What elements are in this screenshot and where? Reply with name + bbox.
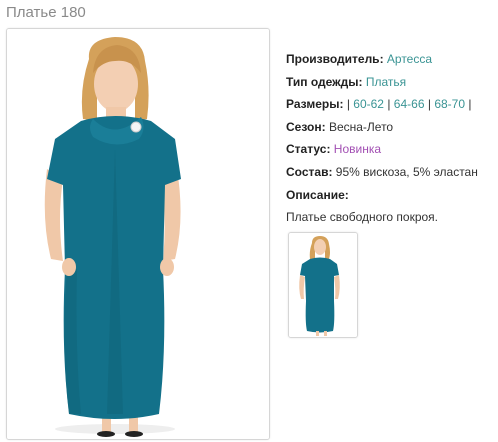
- season-label: Сезон:: [286, 119, 326, 134]
- season-row: Сезон: Весна-Лето: [286, 116, 478, 139]
- season-value: Весна-Лето: [328, 119, 394, 134]
- size-link-64-66[interactable]: 64-66: [394, 97, 425, 111]
- manufacturer-link[interactable]: Артесса: [387, 52, 432, 66]
- sizes-label: Размеры:: [286, 97, 344, 112]
- size-link-60-62[interactable]: 60-62: [353, 97, 384, 111]
- product-details: Производитель: Артесса Тип одежды: Плать…: [286, 48, 478, 229]
- status-link[interactable]: Новинка: [334, 142, 381, 156]
- clothing-type-label: Тип одежды:: [286, 74, 363, 89]
- size-link-68-70[interactable]: 68-70: [434, 97, 465, 111]
- description-text: Платье свободного покроя.: [286, 210, 439, 225]
- sizes-separator: |: [427, 97, 431, 112]
- status-label: Статус:: [286, 142, 331, 157]
- description-row: Описание:: [286, 184, 478, 207]
- clothing-type-row: Тип одежды: Платья: [286, 71, 478, 94]
- sizes-separator: |: [468, 97, 472, 112]
- sizes-separator: |: [346, 97, 350, 112]
- status-row: Статус: Новинка: [286, 138, 478, 161]
- composition-row: Состав: 95% вискоза, 5% эластан: [286, 161, 478, 184]
- product-main-photo[interactable]: [6, 28, 270, 440]
- manufacturer-label: Производитель:: [286, 52, 384, 66]
- composition-label: Состав:: [286, 164, 333, 179]
- clothing-type-link[interactable]: Платья: [366, 75, 406, 89]
- product-thumbnail[interactable]: [288, 232, 358, 338]
- sizes-separator: |: [387, 97, 391, 112]
- manufacturer-row: Производитель: Артесса: [286, 48, 478, 71]
- composition-value: 95% вискоза, 5% эластан: [335, 164, 478, 179]
- sizes-row: Размеры: | 60-62 | 64-66 | 68-70 |: [286, 93, 478, 116]
- description-label: Описание:: [286, 187, 349, 202]
- product-title: Платье 180: [6, 4, 86, 21]
